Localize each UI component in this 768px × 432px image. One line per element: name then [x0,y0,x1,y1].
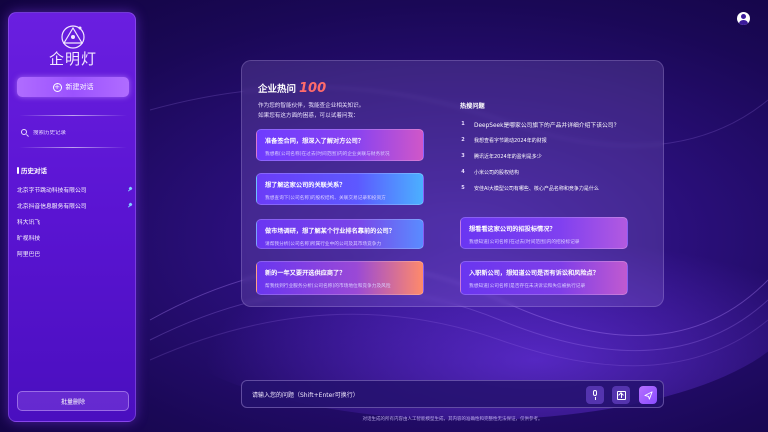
search-input[interactable] [33,130,123,136]
history-item[interactable]: 旷视科技 [17,229,135,245]
page-title-text: 企业热问 [258,84,297,95]
batch-delete-button[interactable]: 批量删除 [17,391,129,411]
card-title: 新的一年又要开选供应商了？ [265,270,346,277]
hot-question-text: 腾讯近年2024年的盈利是多少 [474,153,542,160]
hot-question-rank: 4 [461,169,465,175]
hot-question-text: 安佳AI大模型公司有哪些、核心产品名称和竞争力是什么 [474,185,599,192]
new-chat-button[interactable]: + 新建对话 [17,77,129,97]
history-item[interactable]: 阿里巴巴 [17,245,135,261]
history-item[interactable]: 科大讯飞 [17,213,135,229]
hot-question-rank: 1 [461,121,465,127]
history-item-label: 科大讯飞 [17,219,41,226]
divider [19,147,127,148]
new-chat-label: 新建对话 [65,83,94,91]
intro-line: 作为您的智能伙伴，我能查企业相关知识。 [258,103,365,109]
microphone-icon [591,390,599,400]
search-box[interactable] [19,125,127,141]
card-title: 做市场调研，想了解某个行业排名靠前的公司？ [265,228,395,235]
card-title: 入职新公司，想知道公司是否有诉讼和风险点？ [469,270,599,277]
suggestion-card[interactable]: 做市场调研，想了解某个行业排名靠前的公司？ 请帮我分析[公司名称]所属行业中的公… [256,219,424,249]
suggestion-card[interactable]: 准备签合同，想深入了解对方公司？ 我想看[公司名称]在过去[时间范围]内的企业关… [256,129,424,161]
card-desc: 我想查询下[公司名称]的股权结构、关联交易记录和投资方 [265,196,386,201]
hot-count: 100 [299,81,327,96]
card-desc: 我想知道[公司名称]是否存在未决诉讼和失信被执行记录 [469,284,586,289]
history-item-label: 旷视科技 [17,235,41,242]
pin-icon[interactable] [128,203,133,208]
hot-question-item[interactable]: 3 腾讯近年2024年的盈利是多少 [460,148,650,164]
history-section-title: 历史对话 [17,165,47,175]
card-title: 想看看这家公司的招投标情况？ [469,226,556,233]
history-item-label: 阿里巴巴 [17,251,41,258]
hot-question-item[interactable]: 1 DeepSeek是哪家公司旗下的产品并详细介绍下该公司？ [460,116,650,132]
upload-icon [616,390,626,400]
divider [19,115,127,116]
lamp-triangle-icon [61,25,85,49]
suggestion-card[interactable]: 入职新公司，想知道公司是否有诉讼和风险点？ 我想知道[公司名称]是否存在未决诉讼… [460,261,628,295]
card-desc: 请帮我分析[公司名称]所属行业中的公司及其市场竞争力 [265,242,382,247]
section-marker [17,166,19,174]
intro-line: 如果您有这方面的困惑，可以试着问我： [258,113,359,119]
user-icon[interactable] [737,12,750,25]
voice-input-button[interactable] [586,386,604,404]
card-desc: 帮我找到行业服务分析[公司名称]的市场地位和竞争力及风险 [265,284,391,289]
hot-question-text: 小米公司的股权结构 [474,169,520,176]
hot-question-text: 我想查看字节跳动2024年的财报 [474,137,547,144]
hot-question-rank: 2 [461,137,465,143]
suggestion-card[interactable]: 新的一年又要开选供应商了？ 帮我找到行业服务分析[公司名称]的市场地位和竞争力及… [256,261,424,295]
history-item-label: 北京抖音信息服务有限公司 [17,203,87,210]
card-title: 想了解这家公司的关联关系？ [265,182,346,189]
hot-question-item[interactable]: 2 我想查看字节跳动2024年的财报 [460,132,650,148]
disclaimer-text: 对话生成的所有内容由人工智能模型生成，其内容的准确性和完整性无法保证，仅供参考。 [362,417,543,422]
card-desc: 我想知道[公司名称]在过去[时间范围]内的招投标记录 [469,240,580,245]
history-item[interactable]: 北京字节跳动科技有限公司 [17,181,135,197]
question-input[interactable] [252,387,572,403]
card-desc: 我想看[公司名称]在过去[时间范围]内的企业关联与财务状况 [265,152,390,157]
suggestion-card[interactable]: 想了解这家公司的关联关系？ 我想查询下[公司名称]的股权结构、关联交易记录和投资… [256,173,424,205]
page-title: 企业热问 100 [258,81,326,96]
intro-text: 作为您的智能伙伴，我能查企业相关知识。 如果您有这方面的困惑，可以试着问我： [258,101,364,121]
suggestion-card[interactable]: 想看看这家公司的招投标情况？ 我想知道[公司名称]在过去[时间范围]内的招投标记… [460,217,628,249]
history-list: 北京字节跳动科技有限公司 北京抖音信息服务有限公司 科大讯飞 旷视科技 阿里巴巴 [17,181,135,261]
history-item-label: 北京字节跳动科技有限公司 [17,187,87,194]
search-icon [21,129,29,137]
pin-icon[interactable] [128,187,133,192]
main-panel: 企业热问 100 作为您的智能伙伴，我能查企业相关知识。 如果您有这方面的困惑，… [241,60,664,307]
history-item[interactable]: 北京抖音信息服务有限公司 [17,197,135,213]
hot-question-item[interactable]: 4 小米公司的股权结构 [460,164,650,180]
hot-question-rank: 5 [461,185,465,191]
history-title-text: 历史对话 [21,167,47,175]
send-button[interactable] [639,386,657,404]
send-icon [643,390,653,400]
hot-question-text: DeepSeek是哪家公司旗下的产品并详细介绍下该公司？ [474,122,620,129]
sidebar: 企明灯 + 新建对话 历史对话 北京字节跳动科技有限公司 北京抖音信息服务有限公… [8,12,136,422]
plus-circle-icon: + [52,82,62,92]
hot-questions-title: 热搜问题 [460,103,485,110]
chat-input-bar [241,380,664,408]
logo-text: 企明灯 [48,50,97,68]
upload-button[interactable] [612,386,630,404]
hot-question-item[interactable]: 5 安佳AI大模型公司有哪些、核心产品名称和竞争力是什么 [460,180,650,196]
card-title: 准备签合同，想深入了解对方公司？ [265,138,364,145]
hot-question-rank: 3 [461,153,465,159]
hot-questions-list: 1 DeepSeek是哪家公司旗下的产品并详细介绍下该公司？ 2 我想查看字节跳… [460,116,650,196]
